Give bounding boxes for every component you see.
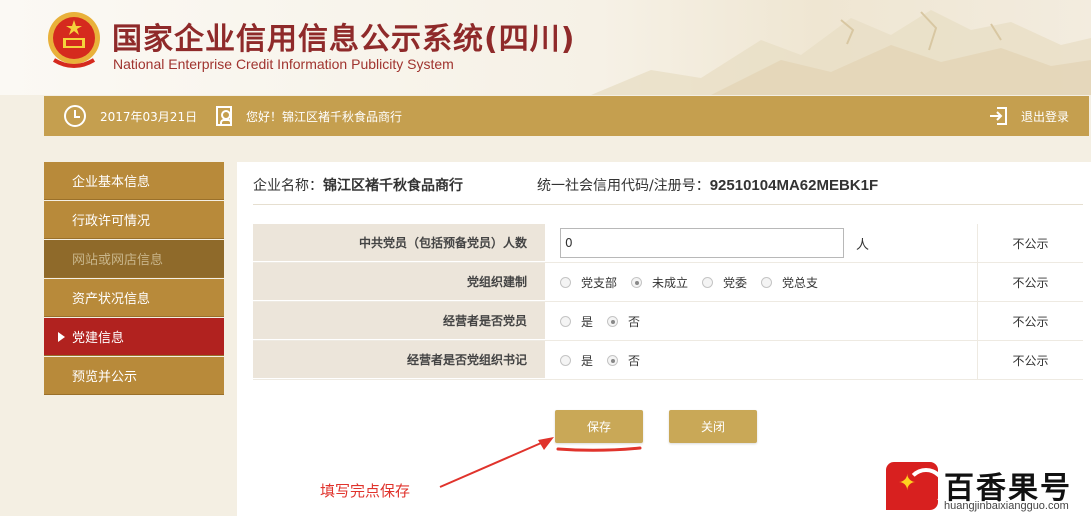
sidebar-item-label: 资产状况信息 [72,292,151,307]
company-code-label: 统一社会信用代码/注册号： [537,178,710,194]
publicity-status: 不公示 [1012,236,1049,251]
site-header: 国家企业信用信息公示系统(四川) National Enterprise Cre… [0,0,1091,95]
field-label: 经营者是否党员 [253,302,545,340]
form-row-party-org: 党组织建制 党支部 未成立 党委 党总支 不公示 [253,263,1083,302]
radio-yes[interactable]: 是 [560,352,593,369]
sidebar-item-label: 党建信息 [72,331,125,346]
sidebar-item-party-building[interactable]: 党建信息 [44,318,224,356]
logout-button[interactable]: 退出登录 [989,96,1069,136]
form-row-operator-secretary: 经营者是否党组织书记 是 否 不公示 [253,341,1083,380]
field-label: 党组织建制 [253,263,545,301]
sidebar-item-label: 行政许可情况 [72,214,151,229]
party-building-form: 中共党员（包括预备党员）人数 人 不公示 党组织建制 党支部 未成立 党委 党总… [253,224,1083,380]
party-members-count-input[interactable] [560,228,844,258]
company-code: 统一社会信用代码/注册号：92510104MA62MEBK1F [537,175,878,195]
radio-no[interactable]: 否 [607,313,640,330]
sidebar-item-admin-license[interactable]: 行政许可情况 [44,201,224,239]
radio-circle-icon [560,276,571,288]
radio-label: 党总支 [782,275,819,290]
radio-selected-icon [631,276,643,288]
site-title: 国家企业信用信息公示系统(四川) [112,22,576,57]
radio-label: 未成立 [652,275,689,290]
form-row-party-members: 中共党员（包括预备党员）人数 人 不公示 [253,224,1083,263]
date-display: 2017年03月21日 [64,96,197,136]
brand-logo-icon: ✦ [886,462,938,510]
sidebar-item-basic-info[interactable]: 企业基本信息 [44,162,224,200]
sidebar-item-label: 预览并公示 [72,370,138,385]
field-label: 中共党员（包括预备党员）人数 [253,224,545,262]
publicity-status: 不公示 [1012,314,1049,329]
swoosh-shape [906,468,938,508]
radio-party-committee[interactable]: 党委 [702,274,747,291]
sidebar-item-assets[interactable]: 资产状况信息 [44,279,224,317]
radio-label: 是 [581,314,594,329]
logout-label: 退出登录 [1021,109,1070,124]
company-name: 企业名称：锦江区褚千秋食品商行 [253,175,463,195]
radio-not-established[interactable]: 未成立 [631,274,688,291]
sidebar-nav: 企业基本信息 行政许可情况 网站或网店信息 资产状况信息 党建信息 预览并公示 [44,162,224,396]
red-arrow-annotation [439,437,554,488]
watermark-url: huangjinbaixiangguo.com [944,500,1069,512]
top-bar: 2017年03月21日 您好！锦江区褚千秋食品商行 退出登录 [44,96,1089,136]
sidebar-item-website-info: 网站或网店信息 [44,240,224,278]
annotation-text: 填写完点保存 [320,482,411,500]
radio-label: 党委 [723,275,748,290]
divider [253,204,1083,205]
radio-label: 是 [581,353,594,368]
radio-general-branch[interactable]: 党总支 [761,274,818,291]
company-name-label: 企业名称： [253,178,323,194]
user-greeting: 您好！锦江区褚千秋食品商行 [216,96,402,136]
publicity-status: 不公示 [1012,275,1049,290]
sidebar-item-preview-publish[interactable]: 预览并公示 [44,357,224,395]
sidebar-item-label: 企业基本信息 [72,175,151,190]
unit-label: 人 [856,237,870,253]
radio-selected-icon [607,315,619,327]
radio-circle-icon [761,276,773,288]
save-button[interactable]: 保存 [555,410,643,443]
radio-no[interactable]: 否 [607,352,640,369]
date-text: 2017年03月21日 [100,109,198,124]
clock-icon [64,105,86,127]
publicity-status: 不公示 [1012,353,1049,368]
radio-party-branch[interactable]: 党支部 [560,274,617,291]
watermark: ✦ 百香果号 huangjinbaixiangguo.com [883,460,1088,516]
radio-circle-icon [702,276,714,288]
national-emblem-icon [48,12,100,68]
company-name-value: 锦江区褚千秋食品商行 [323,178,463,194]
form-row-operator-member: 经营者是否党员 是 否 不公示 [253,302,1083,341]
field-label: 经营者是否党组织书记 [253,341,545,379]
logout-icon [989,106,1009,126]
close-button[interactable]: 关闭 [669,410,757,443]
company-code-value: 92510104MA62MEBK1F [709,177,879,194]
site-subtitle: National Enterprise Credit Information P… [113,56,454,72]
greeting-text: 您好！锦江区褚千秋食品商行 [246,109,403,124]
radio-label: 否 [628,314,641,329]
radio-label: 否 [628,353,641,368]
radio-yes[interactable]: 是 [560,313,593,330]
red-underline-annotation [556,446,642,452]
radio-circle-icon [560,354,571,366]
radio-circle-icon [560,315,571,327]
radio-label: 党支部 [581,275,618,290]
radio-selected-icon [607,354,619,366]
caret-right-icon [58,331,65,342]
sidebar-item-label: 网站或网店信息 [72,253,164,268]
user-card-icon [216,106,232,126]
mountain-landscape-decoration [591,10,1091,95]
